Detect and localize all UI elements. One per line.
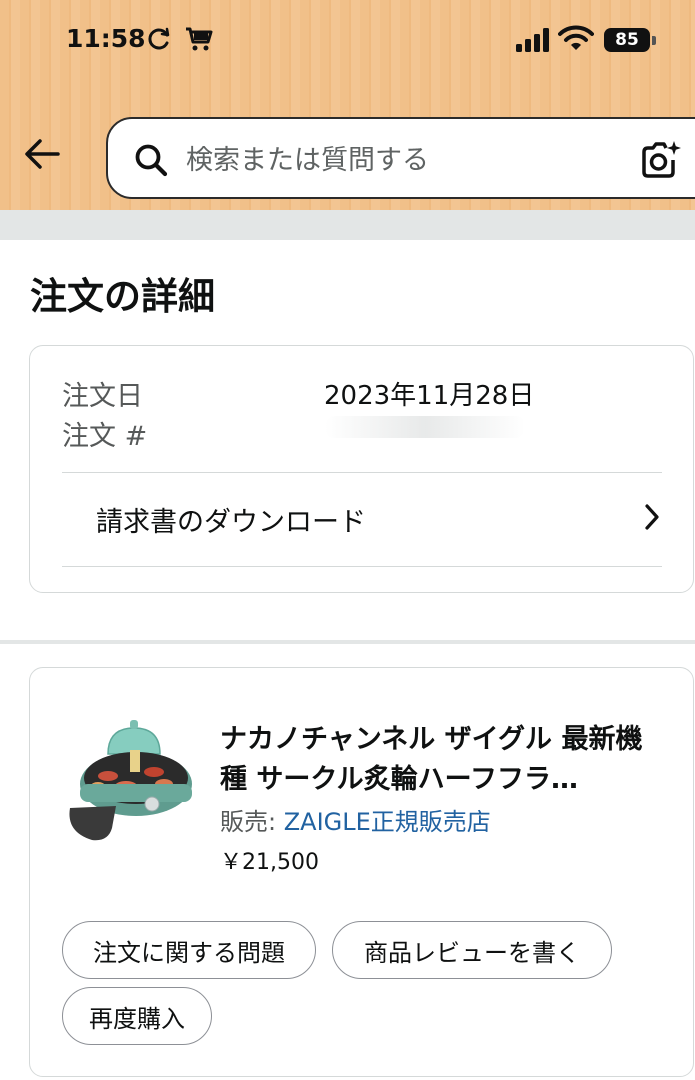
search-icon [135,144,168,177]
header-separator [0,210,695,240]
product-image[interactable] [64,720,194,848]
buy-again-button[interactable]: 再度購入 [62,987,212,1045]
order-number-redacted [325,416,525,438]
section-separator [0,640,695,644]
battery-level: 85 [604,28,650,52]
order-number-label: 注文 # [62,421,148,452]
order-problem-button[interactable]: 注文に関する問題 [62,921,316,979]
seller-link[interactable]: ZAIGLE正規販売店 [284,808,491,836]
sync-icon [148,27,170,50]
signal-icon [516,28,549,52]
battery-icon: 85 [604,28,656,52]
order-info-card: 注文日 2023年11月28日 注文 # 請求書のダウンロード [29,345,694,593]
battery-tip [652,36,656,45]
product-price: ￥21,500 [220,850,319,875]
order-date-label: 注文日 [62,381,143,412]
back-arrow-icon [25,139,60,169]
product-card: ナカノチャンネル ザイグル 最新機種 サークル炙輪ハーフフラ… 販売: ZAIG… [29,667,694,1077]
camera-icon[interactable] [640,139,682,181]
status-time: 11:58 [66,24,146,53]
seller-prefix: 販売: [220,808,284,836]
product-title-link[interactable]: ナカノチャンネル ザイグル 最新機種 サークル炙輪ハーフフラ… [220,720,660,800]
search-bar[interactable] [106,117,695,199]
back-button[interactable] [20,132,64,176]
invoice-download-label: 請求書のダウンロード [96,507,366,538]
chevron-right-icon [645,504,659,530]
write-review-button[interactable]: 商品レビューを書く [332,921,612,979]
wifi-icon [558,25,594,50]
cart-icon [186,27,213,51]
divider [62,566,662,567]
seller-info: 販売: ZAIGLE正規販売店 [220,802,491,837]
order-date-value: 2023年11月28日 [324,381,535,411]
invoice-download-row[interactable]: 請求書のダウンロード [62,472,662,566]
app-header: 11:58 85 [0,0,695,210]
page-title: 注文の詳細 [30,275,215,318]
status-bar: 11:58 85 [0,0,695,80]
search-input[interactable] [186,139,626,181]
